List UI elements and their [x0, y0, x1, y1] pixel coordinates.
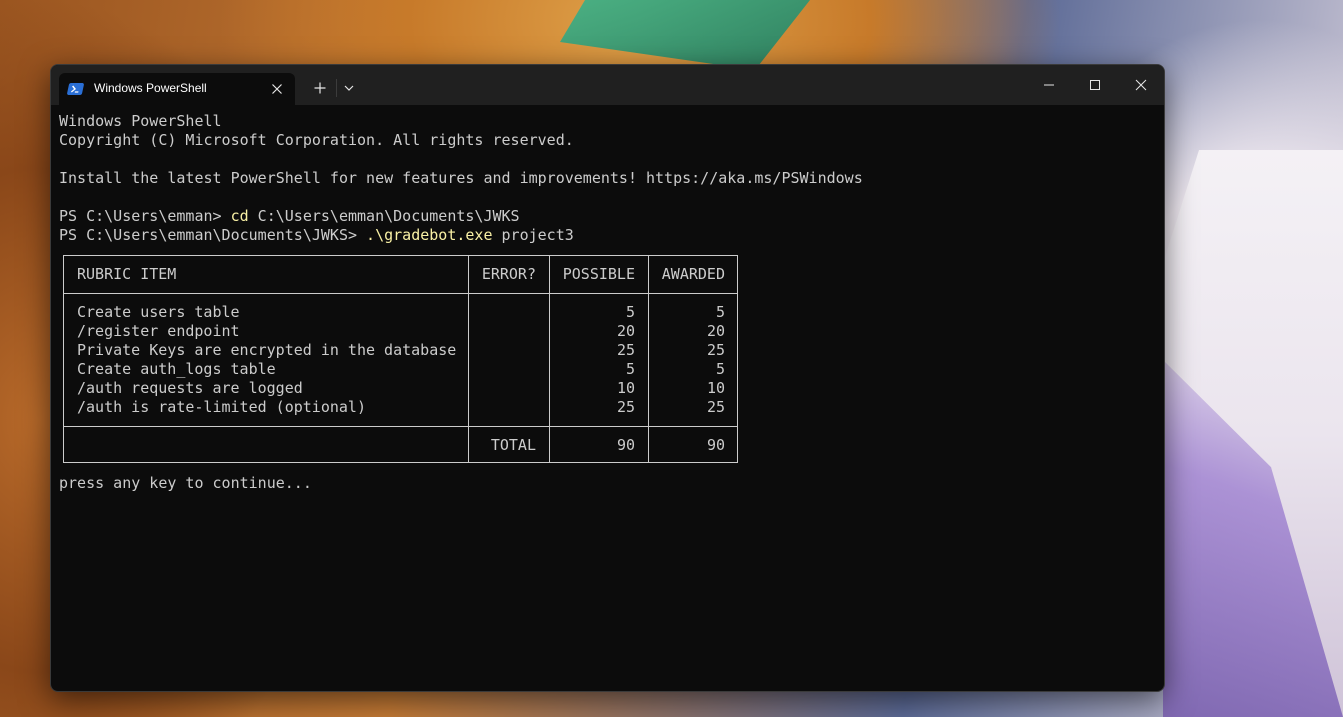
- possible-cell: 5: [625, 360, 635, 378]
- minimize-icon[interactable]: [1026, 65, 1072, 105]
- total-awarded: 90: [706, 436, 725, 454]
- tab-title: Windows PowerShell: [94, 81, 207, 95]
- banner-line: Windows PowerShell: [59, 112, 222, 130]
- header-possible: POSSIBLE: [562, 265, 635, 283]
- awarded-cell: 25: [706, 398, 725, 416]
- wallpaper-shape: [560, 0, 810, 70]
- close-icon[interactable]: [267, 79, 287, 99]
- tab-windows-powershell[interactable]: Windows PowerShell: [59, 73, 295, 105]
- maximize-icon[interactable]: [1072, 65, 1118, 105]
- awarded-cell: 25: [706, 341, 725, 359]
- total-possible: 90: [616, 436, 635, 454]
- rubric-item: Create users table: [77, 303, 240, 321]
- command-args: project3: [492, 226, 574, 244]
- continue-prompt: press any key to continue...: [59, 474, 312, 492]
- possible-cell: 10: [616, 379, 635, 397]
- awarded-cell: 5: [715, 360, 725, 378]
- prompt: PS C:\Users\emman>: [59, 207, 231, 225]
- command: .\gradebot.exe: [366, 226, 493, 244]
- rubric-item: /register endpoint: [77, 322, 240, 340]
- command-line: PS C:\Users\emman\Documents\JWKS> .\grad…: [59, 226, 1156, 245]
- terminal-output[interactable]: Windows PowerShell Copyright (C) Microso…: [59, 112, 1156, 691]
- command-line: PS C:\Users\emman> cd C:\Users\emman\Doc…: [59, 207, 1156, 226]
- divider: [64, 426, 737, 427]
- rubric-table: RUBRIC ITEM ERROR? POSSIBLE AWARDED Crea…: [63, 255, 738, 463]
- awarded-cell: 5: [715, 303, 725, 321]
- rubric-item: /auth requests are logged: [77, 379, 303, 397]
- title-bar[interactable]: Windows PowerShell: [51, 65, 1164, 105]
- rubric-item: Create auth_logs table: [77, 360, 276, 378]
- divider: [468, 256, 469, 462]
- header-error: ERROR?: [481, 265, 536, 283]
- prompt: PS C:\Users\emman\Documents\JWKS>: [59, 226, 367, 244]
- command: cd: [230, 207, 249, 225]
- header-rubric-item: RUBRIC ITEM: [77, 265, 177, 283]
- rubric-item: Private Keys are encrypted in the databa…: [77, 341, 457, 359]
- total-label: TOTAL: [490, 436, 536, 454]
- plus-icon[interactable]: [309, 77, 331, 99]
- possible-cell: 25: [616, 341, 635, 359]
- close-icon[interactable]: [1118, 65, 1164, 105]
- header-awarded: AWARDED: [661, 265, 725, 283]
- command-args: C:\Users\emman\Documents\JWKS: [248, 207, 520, 225]
- terminal-window: Windows PowerShell Windows PowerShell Co…: [50, 64, 1165, 692]
- divider: [64, 293, 737, 294]
- possible-cell: 25: [616, 398, 635, 416]
- possible-cell: 5: [625, 303, 635, 321]
- copyright-line: Copyright (C) Microsoft Corporation. All…: [59, 131, 574, 149]
- awarded-cell: 20: [706, 322, 725, 340]
- possible-cell: 20: [616, 322, 635, 340]
- powershell-icon: [66, 83, 85, 95]
- install-line: Install the latest PowerShell for new fe…: [59, 169, 863, 187]
- divider: [336, 79, 337, 97]
- awarded-cell: 10: [706, 379, 725, 397]
- chevron-down-icon[interactable]: [339, 77, 359, 99]
- rubric-item: /auth is rate-limited (optional): [77, 398, 366, 416]
